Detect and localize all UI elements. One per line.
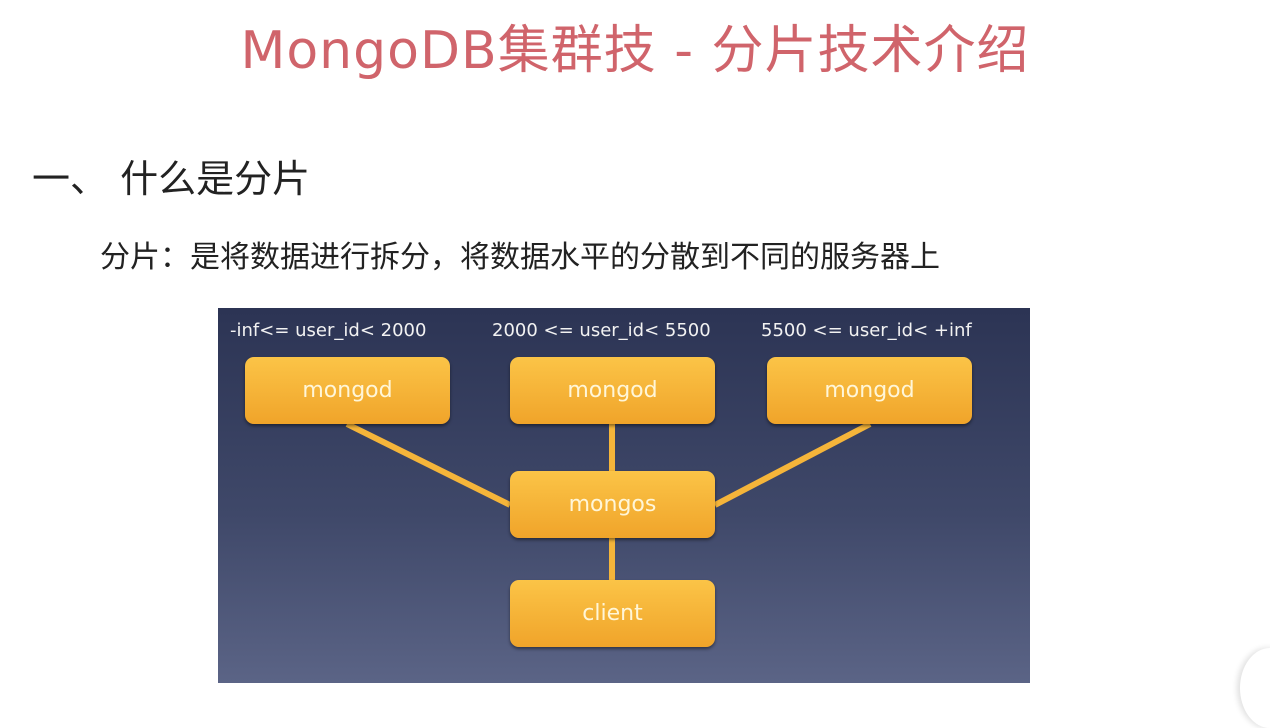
line-shard1-mongos <box>345 421 512 508</box>
mongod-shard-node: mongod <box>245 357 450 424</box>
page-curl-decoration <box>1240 648 1270 728</box>
shard-range-label: -inf<= user_id< 2000 <box>230 320 427 341</box>
sharding-diagram: -inf<= user_id< 2000 2000 <= user_id< 55… <box>218 308 1030 683</box>
slide-title: MongoDB集群技 - 分片技术介绍 <box>240 21 1030 81</box>
shard-range-label: 2000 <= user_id< 5500 <box>492 320 711 341</box>
mongos-router-node: mongos <box>510 471 715 538</box>
shard-range-label: 5500 <= user_id< +inf <box>761 320 972 341</box>
client-node: client <box>510 580 715 647</box>
sharding-definition: 分片：是将数据进行拆分，将数据水平的分散到不同的服务器上 <box>100 240 940 275</box>
section-heading: 一、 什么是分片 <box>32 157 311 201</box>
mongod-shard-node: mongod <box>510 357 715 424</box>
mongod-shard-node: mongod <box>767 357 972 424</box>
line-shard3-mongos <box>713 421 872 508</box>
